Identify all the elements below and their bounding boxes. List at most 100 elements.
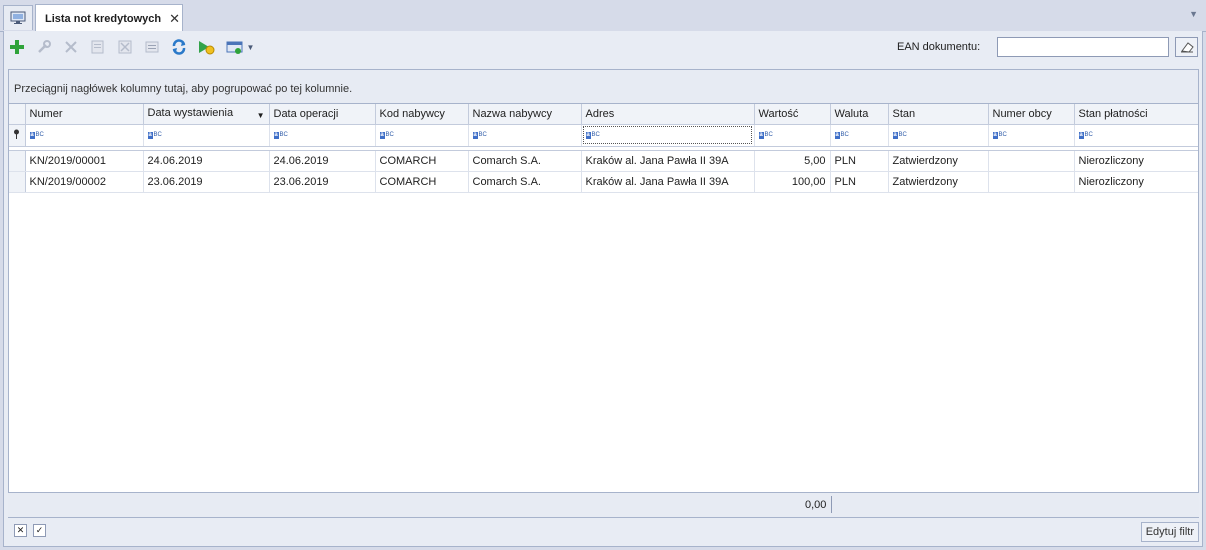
cell-kod-nabywcy: COMARCH [375,171,469,193]
view-icon [226,41,243,54]
chevron-down-icon[interactable]: ▼ [1189,9,1198,19]
save-button[interactable] [88,37,108,57]
delete-button[interactable] [61,37,81,57]
cell-numer-obcy [988,150,1075,172]
total-value: 0,00 [805,499,827,511]
filter-row-pin-icon [9,124,26,147]
close-icon[interactable]: ✕ [169,11,180,27]
ean-input[interactable] [997,37,1169,57]
tab-title: Lista not kredytowych [45,12,162,25]
text-filter-icon: a BC [472,132,487,140]
cell-stan-platnosci: Nierozliczony [1074,150,1198,172]
column-header-numer[interactable]: Numer [25,104,144,125]
cell-nazwa-nabywcy: Comarch S.A. [468,150,582,172]
document-edit-icon [91,40,104,54]
refresh-button[interactable] [169,37,189,57]
refresh-icon [172,39,186,55]
summary-divider [831,496,832,513]
text-filter-icon: a BC [273,132,288,140]
tab-lista-not-kredytowych[interactable]: Lista not kredytowych ✕ [35,4,183,32]
row-indicator[interactable] [9,171,26,193]
filter-cell-wartosc[interactable]: a BC [754,124,831,147]
home-tab[interactable] [3,5,33,30]
cell-numer: KN/2019/00002 [25,171,144,193]
filter-cell-adres[interactable]: a BC [581,124,755,147]
row-indicator[interactable] [9,150,26,172]
column-header-nazwa-nabywcy[interactable]: Nazwa nabywcy [468,104,582,125]
credit-notes-grid: Przeciągnij nagłówek kolumny tutaj, aby … [8,69,1199,518]
filter-cell-numer[interactable]: a BC [25,124,144,147]
filter-cell-numer-obcy[interactable]: a BC [988,124,1075,147]
cell-wartosc: 5,00 [754,150,831,172]
column-header-kod-nabywcy[interactable]: Kod nabywcy [375,104,469,125]
text-filter-icon: a BC [147,132,162,140]
filter-cell-kod-nabywcy[interactable]: a BC [375,124,469,147]
filter-cell-stan[interactable]: a BC [888,124,989,147]
print-button[interactable] [142,37,162,57]
cell-waluta: PLN [830,150,889,172]
column-header-data-operacji[interactable]: Data operacji [269,104,376,125]
column-header-wartosc[interactable]: Wartość [754,104,831,125]
filter-enabled-checkbox[interactable]: ✓ [33,524,46,537]
cell-stan-platnosci: Nierozliczony [1074,171,1198,193]
cell-wartosc: 100,00 [754,171,831,193]
sort-descending-icon: ▼ [256,111,265,121]
column-header-data-wystawienia[interactable]: Data wystawienia ▼ [143,104,270,125]
main-content: ▼ EAN dokumentu: Przeciągnij nagłówek ko… [3,31,1203,547]
text-filter-icon: a BC [585,132,600,140]
column-header-waluta[interactable]: Waluta [830,104,889,125]
table-row[interactable]: KN/2019/00001 24.06.2019 24.06.2019 COMA… [9,150,1198,172]
filter-cell-data-operacji[interactable]: a BC [269,124,376,147]
filter-cell-waluta[interactable]: a BC [830,124,889,147]
cell-data-wystawienia: 24.06.2019 [143,150,270,172]
wrench-icon [38,40,51,53]
cell-data-wystawienia: 23.06.2019 [143,171,270,193]
close-icon: ✕ [16,525,25,535]
filter-cell-data-wystawienia[interactable]: a BC [143,124,270,147]
cell-data-operacji: 23.06.2019 [269,171,376,193]
column-header-stan[interactable]: Stan [888,104,989,125]
edit-filter-button[interactable]: Edytuj filtr [1140,522,1199,542]
text-filter-icon: a BC [758,132,773,140]
ean-label: EAN dokumentu: [897,41,981,53]
row-indicator-header [9,104,26,125]
filter-bar: ✕ ✓ Edytuj filtr [8,520,1199,544]
filter-cell-stan-platnosci[interactable]: a BC [1074,124,1198,147]
grid-table: Numer Data wystawienia ▼ Data operacji Ko… [9,104,1198,193]
text-filter-icon: a BC [834,132,849,140]
edit-button[interactable] [34,37,54,57]
view-options-button[interactable]: ▼ [223,37,257,57]
cell-adres: Kraków al. Jana Pawła II 39A [581,171,755,193]
text-filter-icon: a BC [29,132,44,140]
cell-stan: Zatwierdzony [888,150,989,172]
column-header-stan-platnosci[interactable]: Stan płatności [1074,104,1198,125]
column-header-label: Data wystawienia [147,107,234,120]
chevron-down-icon: ▼ [246,42,255,52]
monitor-icon [10,11,26,24]
clear-ean-button[interactable] [1175,37,1198,57]
cell-kod-nabywcy: COMARCH [375,150,469,172]
toolbar: ▼ EAN dokumentu: [4,31,1202,63]
column-header-numer-obcy[interactable]: Numer obcy [988,104,1075,125]
play-icon [199,41,215,55]
eraser-icon [1180,42,1194,53]
cell-numer: KN/2019/00001 [25,150,144,172]
text-filter-icon: a BC [992,132,1007,140]
cell-stan: Zatwierdzony [888,171,989,193]
clear-filter-button[interactable]: ✕ [14,524,27,537]
text-filter-icon: a BC [379,132,394,140]
list-icon [145,41,159,53]
column-header-adres[interactable]: Adres [581,104,755,125]
text-filter-icon: a BC [1078,132,1093,140]
add-button[interactable] [7,37,27,57]
group-by-panel[interactable]: Przeciągnij nagłówek kolumny tutaj, aby … [9,70,1198,104]
checkmark-icon: ✓ [35,525,44,535]
run-button[interactable] [196,37,216,57]
document-cancel-icon [118,40,132,54]
filter-cell-nazwa-nabywcy[interactable]: a BC [468,124,582,147]
cancel-button[interactable] [115,37,135,57]
table-row[interactable]: KN/2019/00002 23.06.2019 23.06.2019 COMA… [9,171,1198,193]
tab-bar: Lista not kredytowych ✕ ▼ [0,0,1206,32]
cell-nazwa-nabywcy: Comarch S.A. [468,171,582,193]
close-icon [65,41,77,53]
